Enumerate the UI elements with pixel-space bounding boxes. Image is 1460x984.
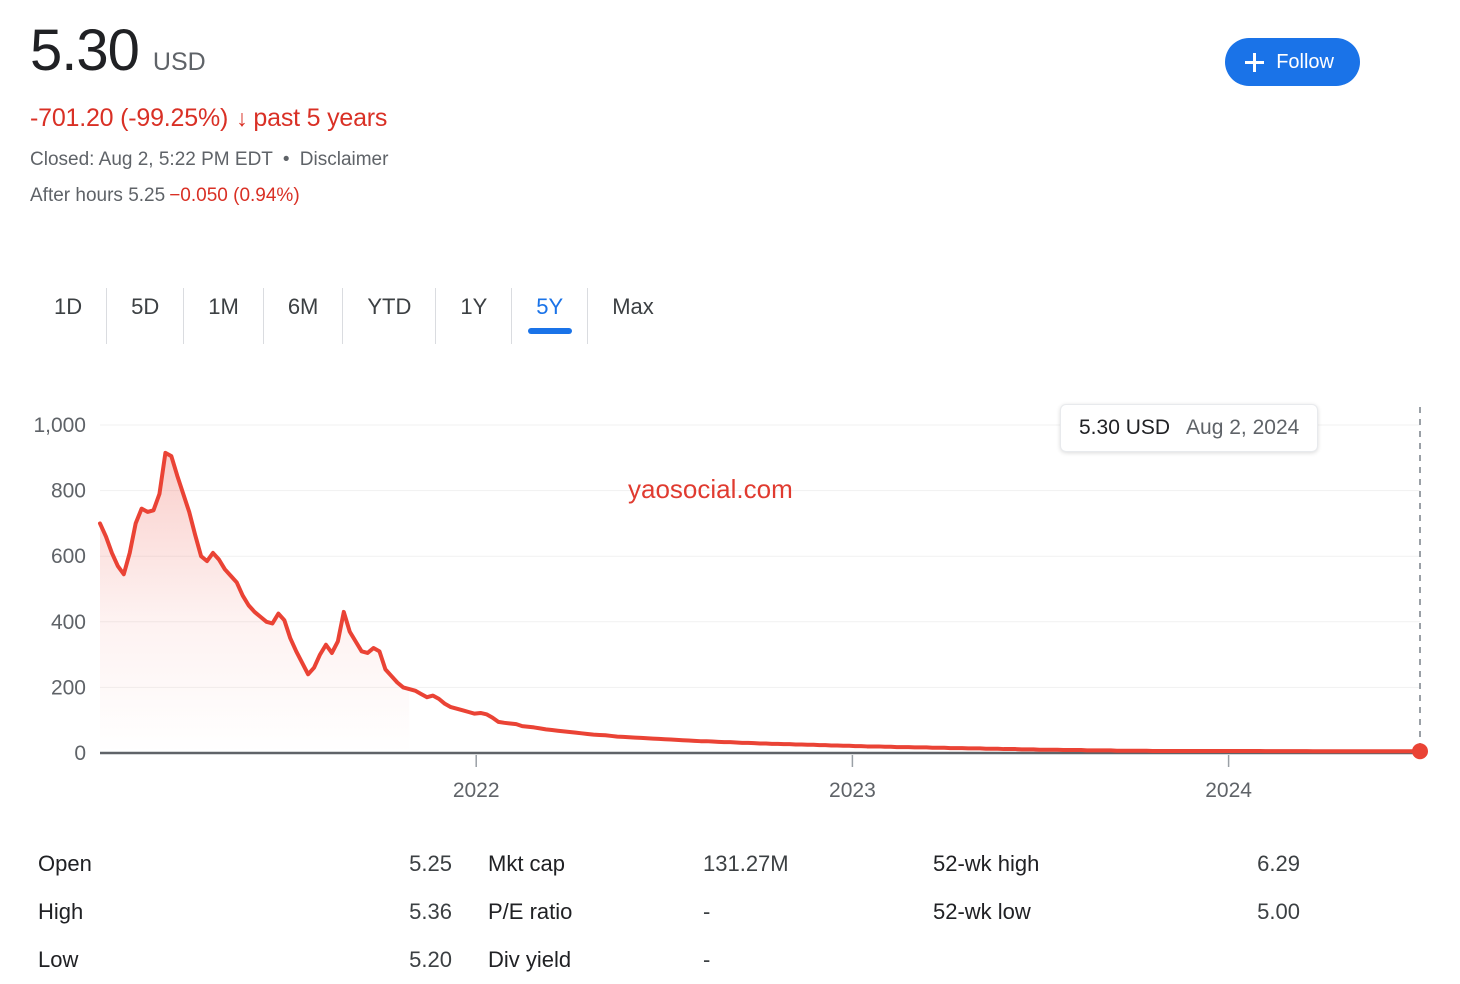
stat-label-high: High [38,888,278,936]
y-axis-tick-label: 600 [51,545,86,568]
stat-value-high: 5.36 [278,888,488,936]
x-axis-tick-label: 2024 [1205,779,1252,802]
stat-label-52-wk-high: 52-wk high [933,840,1233,888]
disclaimer-link[interactable]: Disclaimer [300,149,389,170]
time-range-tabs: 1D 5D 1M 6M YTD 1Y 5Y Max [30,288,678,344]
stat-label-mkt-cap: Mkt cap [488,840,703,888]
range-tab-label: YTD [367,294,411,320]
range-tab-label: Max [612,294,654,320]
y-axis-tick-label: 0 [74,742,86,765]
range-tab-ytd[interactable]: YTD [342,288,435,344]
range-tab-max[interactable]: Max [587,288,678,344]
current-price: 5.30 [30,20,139,82]
stat-label-low: Low [38,936,278,984]
range-tab-1y[interactable]: 1Y [435,288,511,344]
range-tab-label: 1Y [460,294,487,320]
y-axis-tick-label: 400 [51,611,86,634]
stat-value-mkt-cap: 131.27M [703,840,933,888]
chart-endpoint-marker [1412,743,1428,759]
range-tab-5d[interactable]: 5D [106,288,183,344]
y-axis-tick-label: 800 [51,480,86,503]
range-tab-6m[interactable]: 6M [263,288,343,344]
quote-header: 5.30 USD -701.20 (-99.25%) ↓ past 5 year… [30,20,1430,207]
y-axis-tick-label: 200 [51,676,86,699]
price-row: 5.30 USD [30,20,1430,82]
x-axis-tick-label: 2022 [453,779,500,802]
stat-value-52-wk-high: 6.29 [1233,840,1338,888]
range-tab-label: 5Y [536,294,563,320]
change-period: past 5 years [253,104,387,133]
range-tab-label: 1M [208,294,239,320]
change-percent: (-99.25%) [120,104,228,133]
range-tab-label: 5D [131,294,159,320]
status-separator: • [283,149,290,170]
follow-button-label: Follow [1276,51,1334,74]
follow-button[interactable]: Follow [1225,38,1360,86]
tooltip-price: 5.30 USD [1079,416,1170,440]
range-tab-label: 6M [288,294,319,320]
stat-label-52-wk-low: 52-wk low [933,888,1233,936]
range-tab-1d[interactable]: 1D [30,288,106,344]
stat-value-52-wk-low: 5.00 [1233,888,1338,936]
range-tab-5y[interactable]: 5Y [511,288,587,344]
plus-icon [1245,53,1264,72]
price-change-row: -701.20 (-99.25%) ↓ past 5 years [30,104,1430,133]
stat-label-p-e-ratio: P/E ratio [488,888,703,936]
stat-empty-cell [1233,936,1338,984]
price-chart[interactable]: 0 200 400 600 800 1,000 2022 2023 2024 [0,395,1460,805]
stat-value-div-yield: - [703,936,933,984]
stat-value-low: 5.20 [278,936,488,984]
chart-tooltip: 5.30 USD Aug 2, 2024 [1060,404,1318,452]
range-tab-1m[interactable]: 1M [183,288,263,344]
after-hours-row: After hours 5.25−0.050 (0.94%) [30,185,1430,207]
currency-label: USD [153,48,206,77]
range-tab-label: 1D [54,294,82,320]
change-absolute: -701.20 [30,104,113,133]
market-status-row: Closed: Aug 2, 5:22 PM EDT • Disclaimer [30,149,1430,171]
stock-quote-panel: 5.30 USD -701.20 (-99.25%) ↓ past 5 year… [0,0,1460,984]
x-axis-tick-label: 2023 [829,779,876,802]
arrow-down-icon: ↓ [236,107,247,130]
after-hours-delta: −0.050 (0.94%) [169,185,299,206]
stat-label-open: Open [38,840,278,888]
stats-table: Open5.25Mkt cap131.27M52-wk high6.29 High… [38,840,1338,984]
active-tab-underline [528,328,572,334]
market-status-time: Closed: Aug 2, 5:22 [30,149,196,170]
x-axis-ticks: 2022 2023 2024 [453,755,1252,802]
stat-label-div-yield: Div yield [488,936,703,984]
market-status-timezone: PM EDT [201,149,272,170]
chart-area-fill [100,453,409,753]
tooltip-date: Aug 2, 2024 [1186,416,1299,440]
y-axis-tick-label: 1,000 [33,414,86,437]
stat-empty-cell [933,936,1233,984]
price-chart-svg[interactable]: 0 200 400 600 800 1,000 2022 2023 2024 [0,395,1460,805]
stat-value-p-e-ratio: - [703,888,933,936]
after-hours-label: After hours 5.25 [30,185,165,206]
stat-value-open: 5.25 [278,840,488,888]
